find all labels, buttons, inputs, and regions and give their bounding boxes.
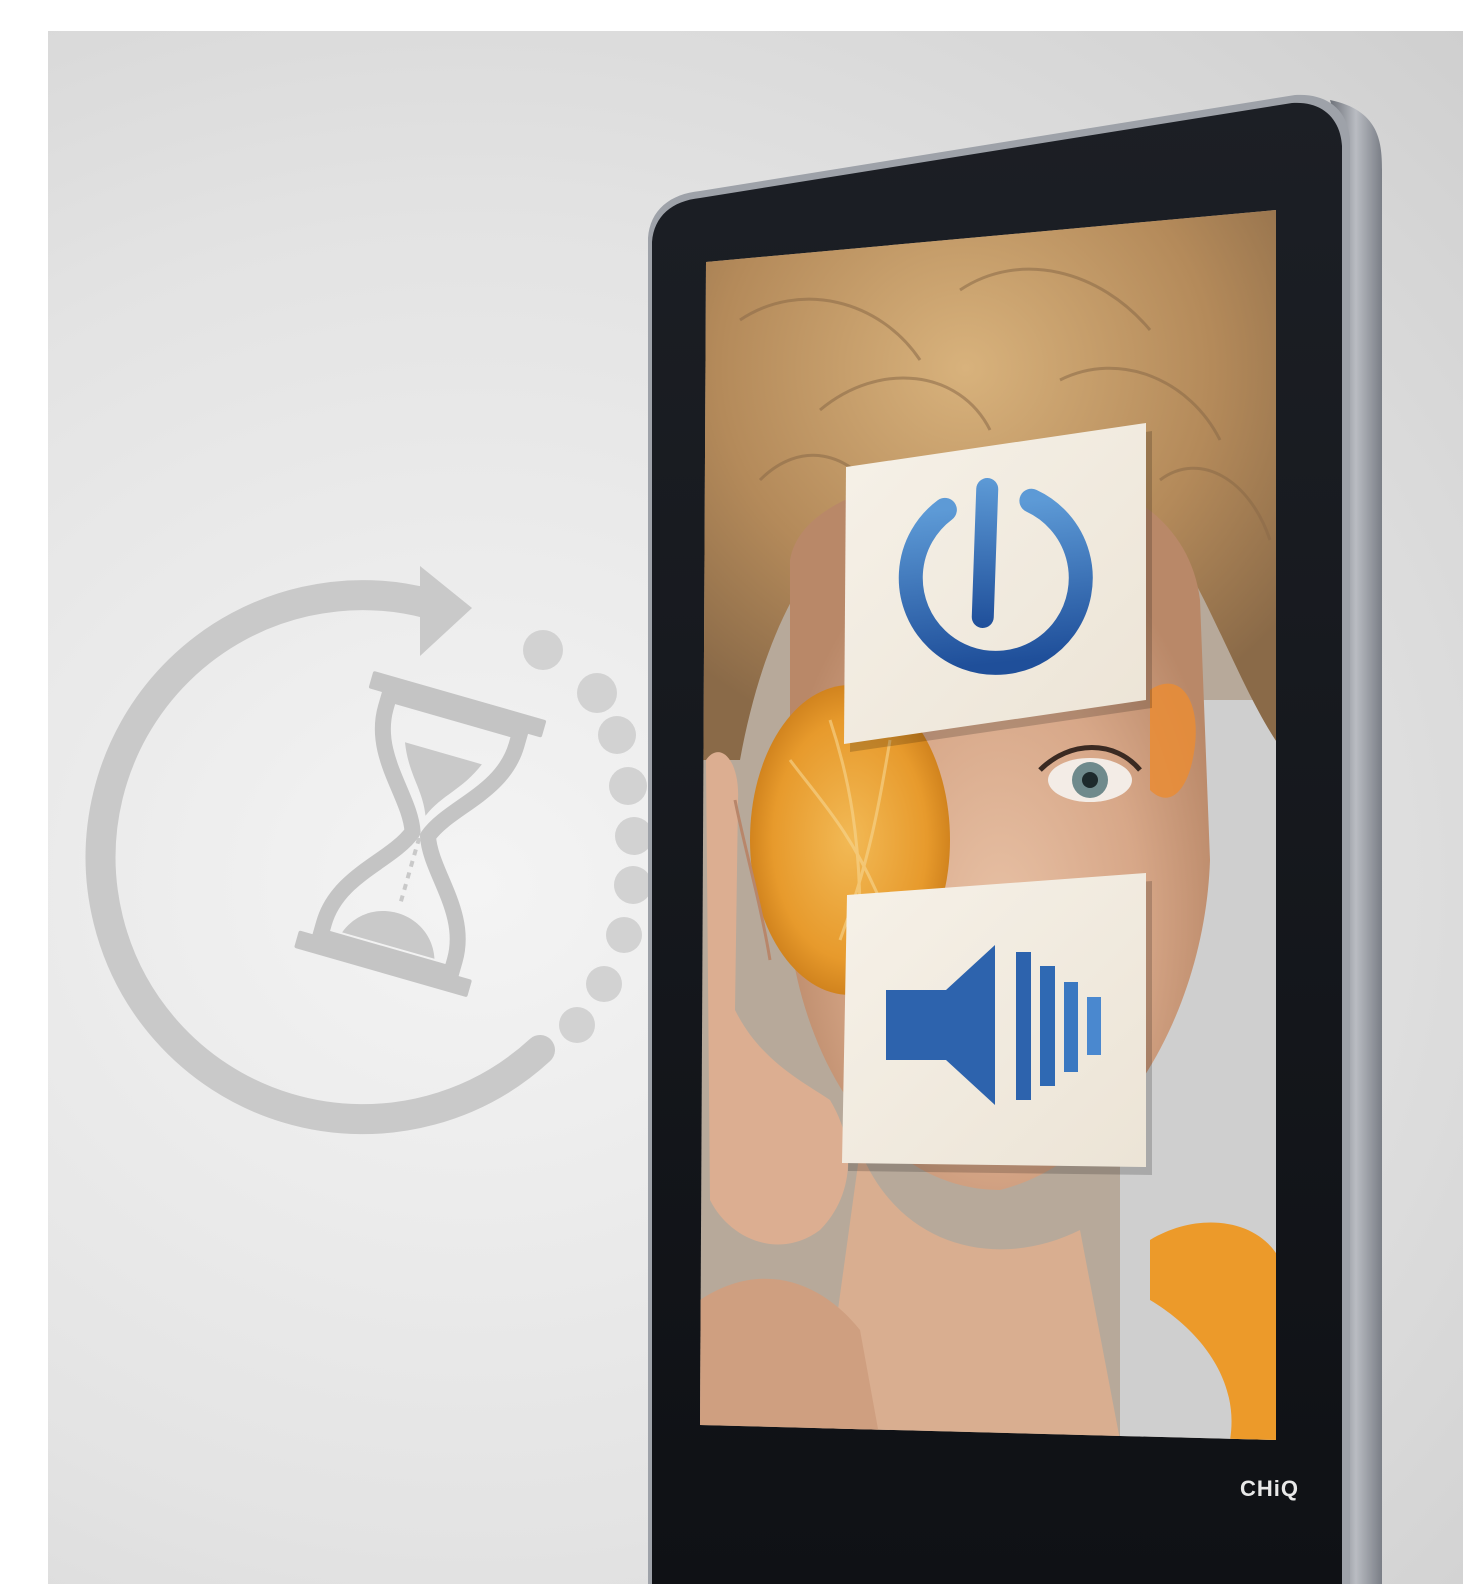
screen-content [700,210,1276,1440]
hourglass-timer-icon [85,566,653,1135]
brand-logo: CHiQ [1240,1476,1299,1501]
product-scene: CHiQ [0,0,1463,1584]
power-tile [844,423,1152,752]
scene-artwork: CHiQ [85,94,1382,1584]
volume-tile [842,873,1152,1175]
